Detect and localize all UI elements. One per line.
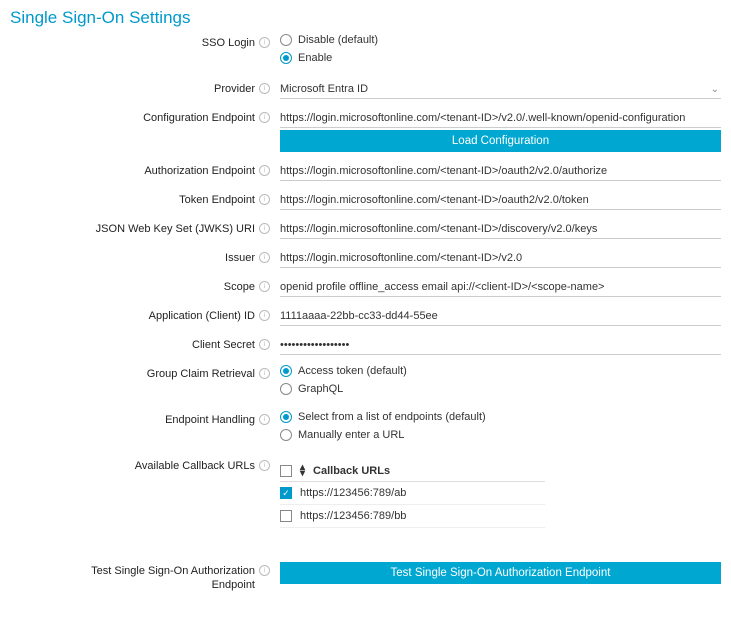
radio-sso-enable[interactable] [280,52,292,64]
label-provider: Provider [214,82,255,96]
info-icon[interactable]: i [259,460,270,471]
checkbox-url-1[interactable] [280,510,292,522]
table-row: https://123456:789/bb [280,505,545,528]
test-sso-button[interactable]: Test Single Sign-On Authorization Endpoi… [280,562,721,584]
label-test-sso: Test Single Sign-On Authorization Endpoi… [85,564,255,593]
label-scope: Scope [224,280,255,294]
issuer-input[interactable] [280,249,721,268]
checkbox-select-all[interactable] [280,465,292,477]
radio-label-access-token: Access token (default) [298,365,407,377]
info-icon[interactable]: i [259,252,270,263]
radio-label-disable: Disable (default) [298,34,378,46]
label-available-callback: Available Callback URLs [135,459,255,473]
label-group-claim: Group Claim Retrieval [147,367,255,381]
info-icon[interactable]: i [259,565,270,576]
auth-endpoint-input[interactable] [280,162,721,181]
radio-label-enable: Enable [298,52,332,64]
sort-icon[interactable]: ▴▾ [300,465,305,477]
radio-group-claim-access-token[interactable] [280,365,292,377]
info-icon[interactable]: i [259,112,270,123]
label-config-endpoint: Configuration Endpoint [143,111,255,125]
info-icon[interactable]: i [259,281,270,292]
page-title: Single Sign-On Settings [10,8,721,28]
radio-endpoint-select-list[interactable] [280,411,292,423]
checkbox-url-0[interactable] [280,487,292,499]
scope-input[interactable] [280,278,721,297]
load-configuration-button[interactable]: Load Configuration [280,130,721,152]
label-sso-login: SSO Login [202,36,255,50]
provider-value: Microsoft Entra ID [280,83,368,95]
client-id-input[interactable] [280,307,721,326]
radio-label-manual: Manually enter a URL [298,429,404,441]
radio-label-graphql: GraphQL [298,383,343,395]
radio-label-select-list: Select from a list of endpoints (default… [298,411,486,423]
config-endpoint-input[interactable] [280,109,721,128]
info-icon[interactable]: i [259,339,270,350]
info-icon[interactable]: i [259,165,270,176]
jwks-uri-input[interactable] [280,220,721,239]
label-client-id: Application (Client) ID [149,309,255,323]
label-token-endpoint: Token Endpoint [179,193,255,207]
info-icon[interactable]: i [259,310,270,321]
table-row: https://123456:789/ab [280,482,545,505]
callback-url-0: https://123456:789/ab [300,487,406,499]
label-issuer: Issuer [225,251,255,265]
info-icon[interactable]: i [259,194,270,205]
label-client-secret: Client Secret [192,338,255,352]
callback-urls-header: Callback URLs [313,465,390,477]
info-icon[interactable]: i [259,414,270,425]
radio-group-claim-graphql[interactable] [280,383,292,395]
label-auth-endpoint: Authorization Endpoint [144,164,255,178]
radio-sso-disable[interactable] [280,34,292,46]
callback-urls-table: ▴▾ Callback URLs https://123456:789/ab h… [280,461,545,528]
token-endpoint-input[interactable] [280,191,721,210]
client-secret-input[interactable] [280,336,721,355]
info-icon[interactable]: i [259,37,270,48]
provider-select[interactable]: Microsoft Entra ID ⌄ [280,80,721,99]
callback-url-1: https://123456:789/bb [300,510,406,522]
label-endpoint-handling: Endpoint Handling [165,413,255,427]
info-icon[interactable]: i [259,368,270,379]
label-jwks-uri: JSON Web Key Set (JWKS) URI [96,222,255,236]
info-icon[interactable]: i [259,83,270,94]
chevron-down-icon: ⌄ [711,84,719,95]
info-icon[interactable]: i [259,223,270,234]
radio-endpoint-manual[interactable] [280,429,292,441]
